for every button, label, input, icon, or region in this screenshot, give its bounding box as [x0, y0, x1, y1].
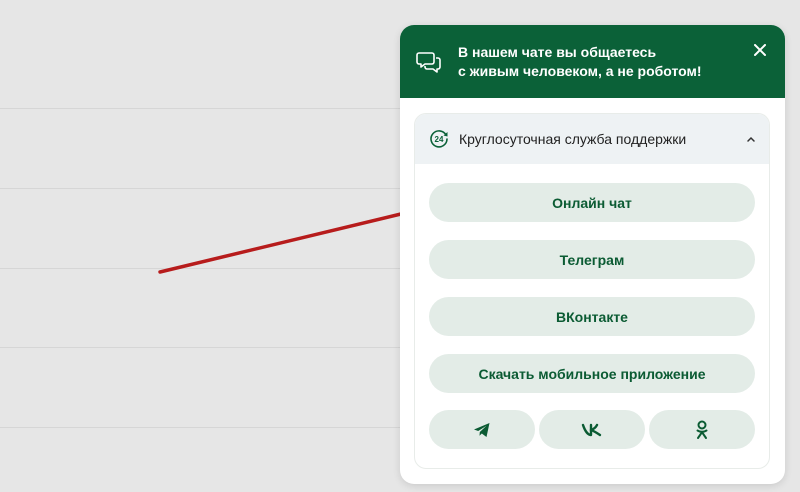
odnoklassniki-social-button[interactable]: [649, 410, 755, 449]
odnoklassniki-icon: [696, 420, 708, 439]
telegram-social-button[interactable]: [429, 410, 535, 449]
widget-title-line2: с живым человеком, а не роботом!: [458, 62, 702, 79]
chevron-up-icon[interactable]: [745, 133, 757, 145]
close-button[interactable]: [751, 41, 769, 59]
vk-social-button[interactable]: [539, 410, 645, 449]
chat-bubbles-icon: [416, 49, 442, 75]
telegram-button[interactable]: Телеграм: [429, 240, 755, 279]
online-chat-button[interactable]: Онлайн чат: [429, 183, 755, 222]
svg-text:24: 24: [435, 135, 444, 144]
widget-title: В нашем чате вы общаетесь с живым челове…: [458, 43, 728, 81]
download-app-button[interactable]: Скачать мобильное приложение: [429, 354, 755, 393]
support-section-header[interactable]: 24 Круглосуточная служба поддержки: [415, 114, 769, 164]
support-section: 24 Круглосуточная служба поддержки Онлай…: [414, 113, 770, 469]
background-divider: [0, 427, 400, 428]
support-section-title: Круглосуточная служба поддержки: [459, 131, 687, 147]
vk-icon: [581, 423, 602, 436]
widget-header: В нашем чате вы общаетесь с живым челове…: [400, 25, 785, 98]
24h-icon: 24: [429, 129, 449, 149]
background-divider: [0, 188, 400, 189]
background-divider: [0, 268, 400, 269]
background-divider: [0, 347, 400, 348]
close-icon: [754, 44, 766, 56]
vkontakte-button[interactable]: ВКонтакте: [429, 297, 755, 336]
telegram-icon: [474, 422, 490, 437]
support-chat-widget: В нашем чате вы общаетесь с живым челове…: [400, 25, 785, 484]
widget-title-line1: В нашем чате вы общаетесь: [458, 43, 657, 60]
background-divider: [0, 108, 400, 109]
